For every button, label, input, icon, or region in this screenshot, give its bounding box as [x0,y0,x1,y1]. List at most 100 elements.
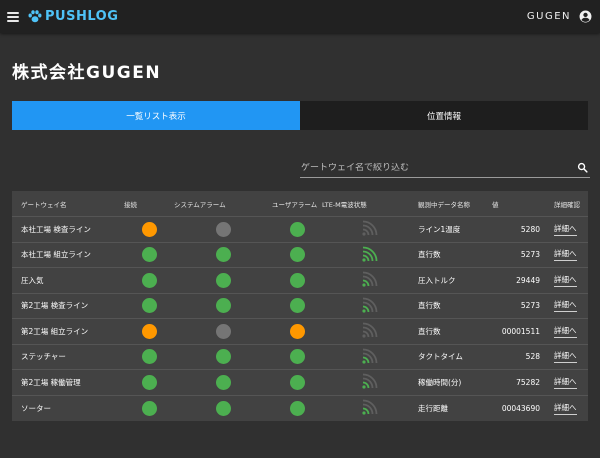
connection-status-indicator [141,247,157,263]
view-tabs: 一覧リスト表示 位置情報 [12,101,588,130]
user-alarm-status [272,272,322,288]
table-row: ステッチャー タクトタイム 528 詳細へ [12,345,588,370]
detail-cell: 詳細へ [540,402,588,415]
connection-status-indicator [141,221,157,237]
detail-link[interactable]: 詳細へ [554,325,577,338]
page-title: 株式会社GUGEN [12,63,162,83]
gateway-name: ソーター [21,403,51,413]
detail-cell: 詳細へ [540,325,588,338]
signal-strength-icon [362,373,378,391]
user-name: GUGEN [526,11,571,22]
signal-strength-icon [362,348,378,366]
data-value: 00043690 [501,403,540,413]
user-menu[interactable]: GUGEN [527,10,592,23]
detail-cell: 詳細へ [540,274,588,287]
signal-strength-icon [362,297,378,315]
table-row: 第2工場 稼働管理 稼働時間(分) 75282 詳細へ [12,370,588,396]
header-lte-signal: LTE-M電波状態 [322,200,367,209]
app-bar: PUSHLOG GUGEN [0,0,600,33]
detail-cell: 詳細へ [540,223,588,236]
hamburger-menu-icon[interactable] [7,11,19,22]
connection-status-indicator [141,400,157,416]
signal-strength-icon [362,271,378,289]
table-body: 本社工場 検査ライン ライン1温度 5280 詳細へ 本社工場 組立ライン 直行… [12,217,588,421]
lte-signal [322,271,418,289]
data-value: 29449 [516,275,540,285]
detail-cell: 詳細へ [540,248,588,262]
connection-status-indicator [141,349,157,365]
system-alarm-indicator [215,349,231,365]
system-alarm-indicator [215,221,231,237]
detail-link[interactable]: 詳細へ [554,299,577,313]
user-alarm-status [272,374,322,390]
system-alarm-indicator [215,272,231,288]
system-alarm-indicator [215,400,231,416]
lte-signal [322,246,418,264]
user-alarm-status [272,298,322,314]
data-name: 直行数 [418,301,441,311]
connection-status [124,272,174,288]
lte-signal [322,348,418,366]
signal-strength-icon [362,322,378,340]
header-gateway-name: ゲートウェイ名 [21,200,67,209]
logo-text: PUSHLOG [45,9,119,24]
detail-link[interactable]: 詳細へ [554,376,577,389]
connection-status-indicator [141,272,157,288]
account-circle-icon[interactable] [579,10,592,23]
signal-strength-icon [362,399,378,417]
gateway-name: 圧入気 [21,275,44,285]
signal-strength-icon [362,220,378,238]
user-alarm-indicator [289,247,305,263]
header-connection: 接続 [124,200,137,209]
header-system-alarm: システムアラーム [174,200,226,209]
tab-location[interactable]: 位置情報 [300,101,588,130]
detail-link[interactable]: 詳細へ [554,274,577,287]
connection-status-indicator [141,323,157,339]
connection-status [124,374,174,390]
header-data-name: 観測中データ名称 [418,200,470,209]
header-value: 値 [492,200,499,209]
lte-signal [322,322,418,340]
system-alarm-status [174,221,272,237]
user-alarm-status [272,349,322,365]
logo[interactable]: PUSHLOG [28,9,118,24]
connection-status-indicator [141,374,157,390]
user-alarm-status [272,247,322,263]
table-row: 圧入気 圧入トルク 29449 詳細へ [12,268,588,294]
user-alarm-status [272,221,322,237]
connection-status [124,323,174,339]
detail-link[interactable]: 詳細へ [554,402,577,415]
table-header: ゲートウェイ名 接続 システムアラーム ユーザアラーム LTE-M電波状態 観測… [12,191,588,217]
gateway-name: 本社工場 組立ライン [21,250,91,260]
data-name: タクトタイム [418,352,463,362]
data-value: 5280 [520,224,540,234]
gateway-name: 第2工場 検査ライン [21,301,89,311]
user-alarm-indicator [289,400,305,416]
user-alarm-indicator [289,272,305,288]
table-row: 第2工場 検査ライン 直行数 5273 詳細へ [12,294,588,319]
system-alarm-status [174,374,272,390]
user-alarm-status [272,323,322,339]
signal-strength-icon [362,246,378,264]
system-alarm-status [174,247,272,263]
data-name: 稼働時間(分) [418,377,462,387]
tab-list-view[interactable]: 一覧リスト表示 [12,101,300,130]
search-input[interactable] [300,162,560,173]
detail-link[interactable]: 詳細へ [554,350,577,364]
data-value: 5273 [520,250,540,260]
gateway-table: ゲートウェイ名 接続 システムアラーム ユーザアラーム LTE-M電波状態 観測… [12,191,588,421]
system-alarm-status [174,298,272,314]
gateway-name: 第2工場 稼働管理 [21,377,81,387]
user-alarm-indicator [289,323,305,339]
system-alarm-indicator [215,323,231,339]
system-alarm-status [174,349,272,365]
lte-signal [322,220,418,238]
detail-link[interactable]: 詳細へ [554,223,577,236]
data-value: 528 [525,352,540,362]
search-icon[interactable] [577,162,588,173]
system-alarm-status [174,272,272,288]
connection-status [124,298,174,314]
user-alarm-indicator [289,298,305,314]
table-row: 本社工場 組立ライン 直行数 5273 詳細へ [12,243,588,268]
detail-link[interactable]: 詳細へ [554,248,577,262]
